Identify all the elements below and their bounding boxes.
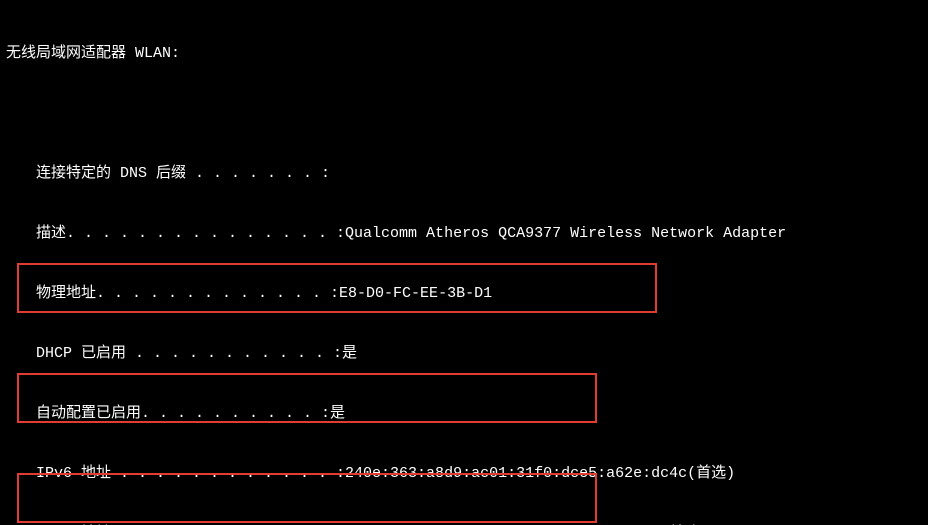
config-row: DHCP 已启用 . . . . . . . . . . . : 是 <box>6 344 922 364</box>
config-row: 连接特定的 DNS 后缀 . . . . . . . : <box>6 164 922 184</box>
config-row: 描述. . . . . . . . . . . . . . . : Qualco… <box>6 224 922 244</box>
row-label: 物理地址. . . . . . . . . . . . . : <box>36 284 339 304</box>
row-value: 是 <box>342 344 357 364</box>
row-label: 连接特定的 DNS 后缀 . . . . . . . : <box>36 164 330 184</box>
row-value: 240e:363:a8d9:ac01:31f0:dce5:a62e:dc4c(首… <box>345 464 735 484</box>
row-value: Qualcomm Atheros QCA9377 Wireless Networ… <box>345 224 786 244</box>
terminal-output: 无线局域网适配器 WLAN: 连接特定的 DNS 后缀 . . . . . . … <box>0 0 928 525</box>
row-label: 自动配置已启用. . . . . . . . . . : <box>36 404 330 424</box>
row-label: IPv6 地址 . . . . . . . . . . . . : <box>36 464 345 484</box>
config-row: 物理地址. . . . . . . . . . . . . : E8-D0-FC… <box>6 284 922 304</box>
config-row: 自动配置已启用. . . . . . . . . . : 是 <box>6 404 922 424</box>
row-label: DHCP 已启用 . . . . . . . . . . . : <box>36 344 342 364</box>
header-text: 无线局域网适配器 WLAN: <box>6 44 180 64</box>
row-value: 是 <box>330 404 345 424</box>
adapter-header: 无线局域网适配器 WLAN: <box>6 44 922 64</box>
config-row: IPv6 地址 . . . . . . . . . . . . : 240e:3… <box>6 464 922 484</box>
row-label: 描述. . . . . . . . . . . . . . . : <box>36 224 345 244</box>
row-value: E8-D0-FC-EE-3B-D1 <box>339 284 492 304</box>
